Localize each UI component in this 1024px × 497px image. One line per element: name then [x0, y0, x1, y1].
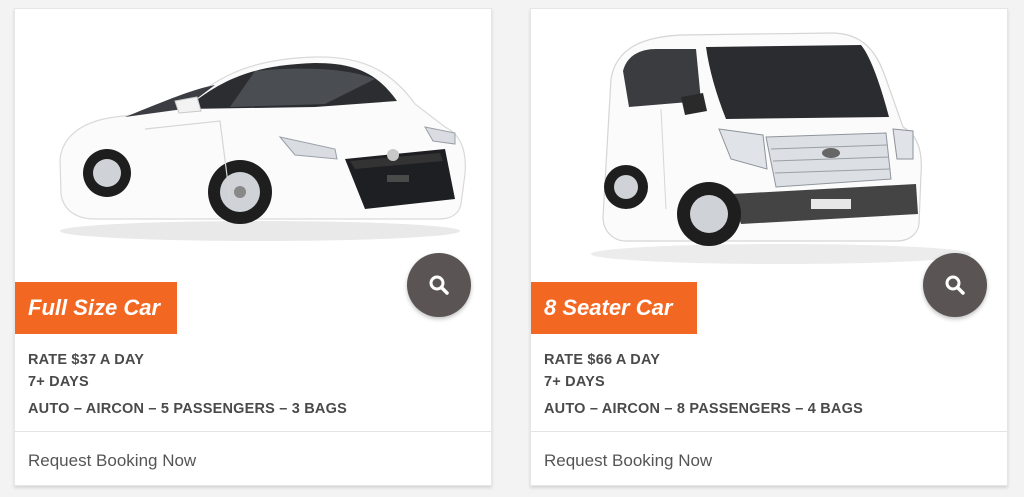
features-text: AUTO – AIRCON – 5 PASSENGERS – 3 BAGS	[28, 401, 347, 417]
vehicle-grid: Full Size Car RATE $37 A DAY 7+ DAYS AUT…	[0, 0, 1024, 497]
vehicle-card: Full Size Car RATE $37 A DAY 7+ DAYS AUT…	[14, 8, 492, 486]
days-text: 7+ DAYS	[544, 374, 605, 390]
request-booking-link[interactable]: Request Booking Now	[28, 449, 196, 473]
van-image[interactable]	[531, 9, 1007, 271]
request-booking-link[interactable]: Request Booking Now	[544, 449, 712, 473]
features-text: AUTO – AIRCON – 8 PASSENGERS – 4 BAGS	[544, 401, 863, 417]
rate-text: RATE $66 A DAY	[544, 352, 661, 368]
vehicle-title: 8 Seater Car	[531, 282, 697, 334]
vehicle-card: 8 Seater Car RATE $66 A DAY 7+ DAYS AUTO…	[530, 8, 1008, 486]
rate-block: RATE $37 A DAY 7+ DAYS	[28, 349, 144, 393]
search-icon	[945, 275, 965, 295]
search-icon	[429, 275, 449, 295]
rate-text: RATE $37 A DAY	[28, 352, 145, 368]
vehicle-title: Full Size Car	[15, 282, 177, 334]
divider	[15, 431, 491, 432]
sedan-image[interactable]	[15, 9, 491, 271]
zoom-button[interactable]	[923, 253, 987, 317]
zoom-button[interactable]	[407, 253, 471, 317]
rate-block: RATE $66 A DAY 7+ DAYS	[544, 349, 660, 393]
van-illustration	[591, 32, 971, 264]
divider	[531, 431, 1007, 432]
days-text: 7+ DAYS	[28, 374, 89, 390]
sedan-illustration	[59, 56, 466, 241]
